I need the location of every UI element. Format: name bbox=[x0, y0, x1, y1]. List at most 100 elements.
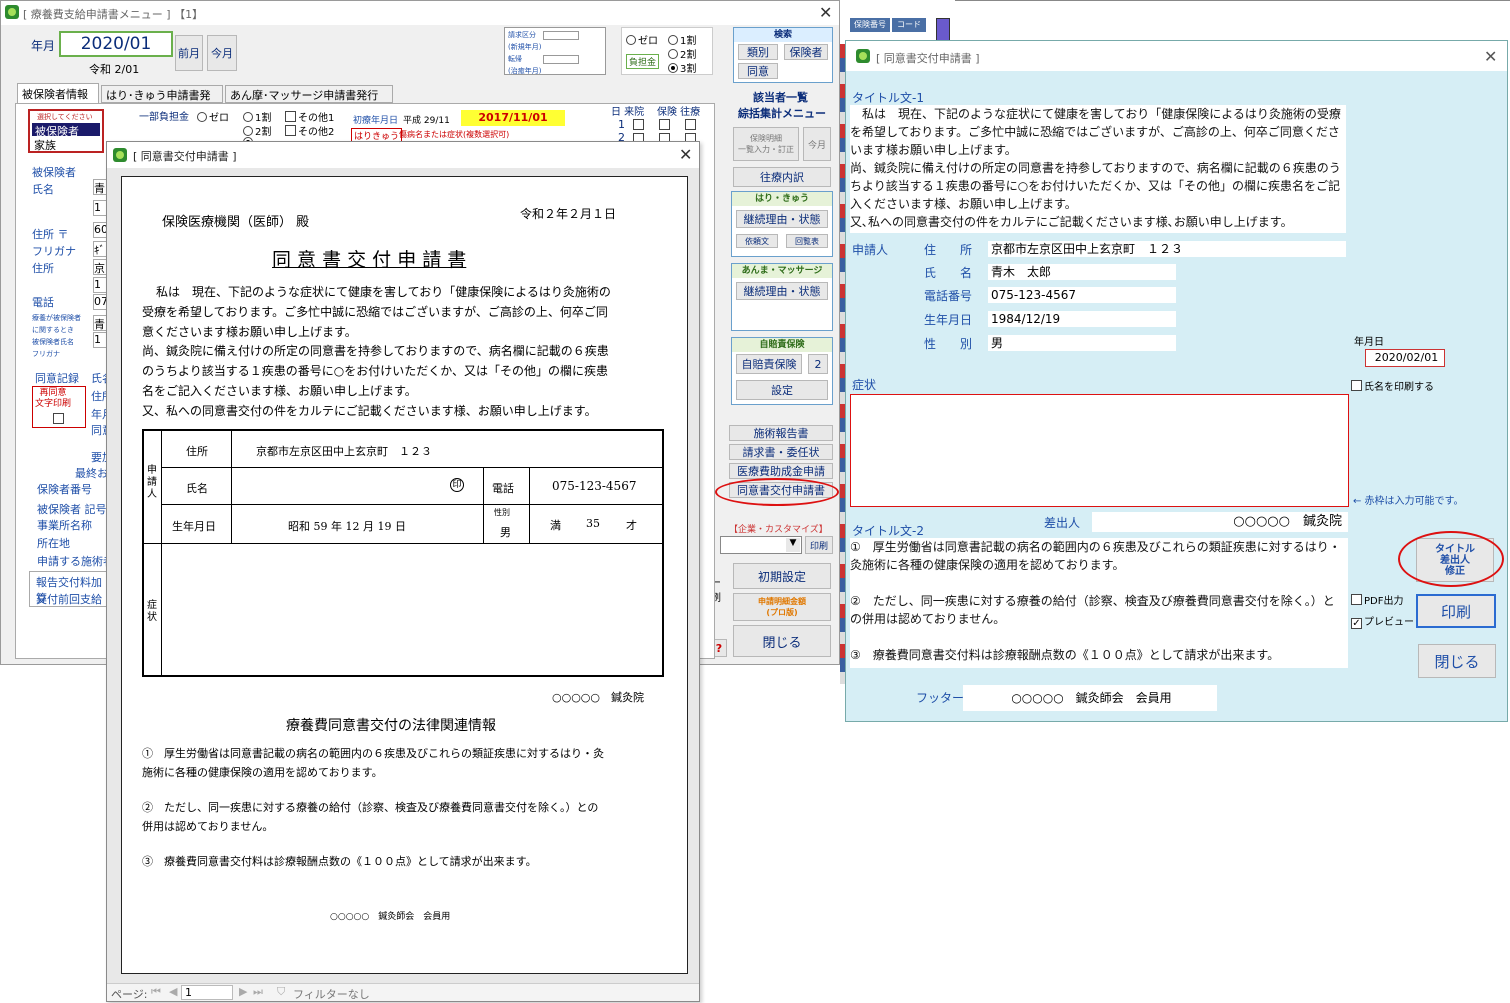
visit-cb-1[interactable] bbox=[633, 119, 644, 130]
ratio-zero[interactable]: ゼロ bbox=[626, 32, 658, 47]
strip-tab-insurance[interactable]: 保険番号 bbox=[850, 18, 890, 32]
field-kana[interactable]: ｷﾞ bbox=[93, 241, 107, 257]
date-field[interactable]: 2020/02/01 bbox=[1365, 349, 1445, 367]
this-month-button[interactable]: 今月 bbox=[207, 35, 237, 71]
anma-reason-button[interactable]: 継続理由・状態 bbox=[736, 282, 828, 300]
burden-1[interactable]: 1割 bbox=[243, 109, 271, 124]
select-item-insured[interactable]: 被保険者 bbox=[32, 123, 100, 138]
subsidy-button[interactable]: 医療費助成金申請 bbox=[729, 463, 833, 479]
phone-label: 電話 bbox=[492, 482, 514, 495]
insurer-button[interactable]: 保険者 bbox=[784, 44, 828, 60]
statement-button[interactable]: 保険明細 一覧入力・訂正 bbox=[733, 127, 799, 161]
sex-label: 性 別 bbox=[924, 337, 973, 351]
last-page-icon[interactable]: ⏭ bbox=[253, 985, 263, 999]
tab-anma[interactable]: あん摩･マッサージ申請書発行 bbox=[225, 85, 393, 103]
claim-new-input[interactable] bbox=[543, 31, 579, 40]
jibai-group: 自賠責保険 自賠責保険 2 設定 bbox=[731, 337, 833, 405]
jibai-num-button[interactable]: 2 bbox=[808, 354, 828, 374]
filter-status[interactable]: フィルターなし bbox=[293, 986, 370, 1002]
title2-text[interactable]: ① 厚生労働省は同意書記載の病名の範囲内の６疾患及びこれらの類証疾患に対するはり… bbox=[850, 538, 1348, 668]
category-button[interactable]: 類別 bbox=[738, 44, 778, 60]
custom-print-button[interactable]: 印刷 bbox=[805, 536, 833, 554]
burden-2[interactable]: 2割 bbox=[243, 123, 271, 138]
claim-button[interactable]: 請求書・委任状 bbox=[729, 444, 833, 460]
other1-checkbox[interactable]: その他1 bbox=[285, 109, 334, 124]
addr-field[interactable]: 京都市左京区田中上玄京町 １２３ bbox=[988, 241, 1346, 257]
doc-title: 同 意 書 交 付 申 請 書 bbox=[272, 249, 467, 271]
birth-field[interactable]: 1984/12/19 bbox=[988, 311, 1176, 327]
print-name-checkbox[interactable]: 氏名を印刷する bbox=[1351, 378, 1434, 393]
home-cb-1[interactable] bbox=[685, 119, 696, 130]
dialog-close-icon[interactable]: ✕ bbox=[1484, 47, 1497, 66]
tab-hari[interactable]: はり･きゅう申請書発行 bbox=[101, 85, 223, 118]
main-close-button[interactable]: 閉じる bbox=[733, 625, 831, 657]
age-value: 35 bbox=[586, 517, 600, 530]
preview-checkbox[interactable]: プレビュー bbox=[1351, 613, 1414, 629]
hari-circular-button[interactable]: 回覧表 bbox=[786, 234, 828, 248]
prev-page-icon[interactable]: ◀ bbox=[169, 985, 177, 998]
first-visit-date[interactable]: 2017/11/01 bbox=[461, 110, 565, 126]
strip-scroll[interactable] bbox=[936, 18, 950, 42]
preview-close-icon[interactable]: ✕ bbox=[679, 145, 692, 164]
ratio-2[interactable]: 2割 bbox=[668, 46, 696, 61]
custom-select[interactable]: ▼ bbox=[720, 536, 802, 554]
pdf-output-checkbox[interactable]: PDF出力 bbox=[1351, 592, 1403, 607]
hari-reason-button[interactable]: 継続理由・状態 bbox=[736, 210, 828, 228]
first-page-icon[interactable]: ⏮ bbox=[151, 985, 161, 999]
filter-icon: ⛉ bbox=[277, 985, 286, 998]
name-field[interactable]: 青木 太郎 bbox=[988, 264, 1176, 280]
print-button[interactable]: 印刷 bbox=[1416, 594, 1496, 628]
page-input[interactable]: 1 bbox=[181, 985, 233, 1000]
ins-cb-1[interactable] bbox=[659, 119, 670, 130]
person-select[interactable]: 選択してください 被保険者 家族 bbox=[28, 109, 104, 153]
tab-insured[interactable]: 被保険者情報 bbox=[17, 83, 99, 103]
symptom-input[interactable] bbox=[850, 394, 1349, 507]
year-month-input[interactable]: 2020/01 bbox=[59, 31, 173, 57]
report-button[interactable]: 施術報告書 bbox=[729, 425, 833, 441]
chevron-down-icon[interactable]: ▼ bbox=[786, 538, 800, 552]
addr-value-cell: 京都市左京区田中上玄京町 １２３ bbox=[232, 431, 662, 468]
close-icon[interactable]: ✕ bbox=[819, 3, 832, 22]
select-item-family[interactable]: 家族 bbox=[34, 137, 56, 153]
claim-sub3: (治癒年月) bbox=[508, 67, 542, 75]
sender-field[interactable]: ○○○○○ 鍼灸院 bbox=[1092, 512, 1348, 532]
label-insured: 被保険者 bbox=[32, 166, 76, 179]
reconsent-checkbox[interactable] bbox=[53, 413, 64, 424]
claim-outcome-input[interactable] bbox=[543, 55, 579, 64]
sex-value: 男 bbox=[500, 526, 511, 539]
preview-window: [ 同意書交付申請書 ] ✕ 保険医療機関（医師） 殿 令和２年２月１日 同 意… bbox=[106, 141, 700, 1002]
field-1[interactable]: 1 bbox=[93, 200, 107, 216]
statement-this-month[interactable]: 今月 bbox=[803, 127, 831, 161]
field-num[interactable]: 1 bbox=[93, 277, 107, 293]
prev-month-button[interactable]: 前月 bbox=[175, 35, 203, 71]
dialog-close-button[interactable]: 閉じる bbox=[1418, 644, 1496, 678]
field-insured-name[interactable]: 青 bbox=[93, 315, 107, 331]
prev-payment-button[interactable]: 交付前回支給 bbox=[36, 591, 102, 607]
field-insured-kana[interactable]: 1 bbox=[93, 332, 107, 348]
sex-field[interactable]: 男 bbox=[988, 335, 1176, 351]
jibai-settings-button[interactable]: 設定 bbox=[736, 380, 828, 400]
phone-field[interactable]: 075-123-4567 bbox=[988, 287, 1176, 303]
field-name[interactable]: 青 bbox=[93, 179, 107, 195]
consent-search-button[interactable]: 同意 bbox=[738, 63, 778, 79]
field-address[interactable]: 京 bbox=[93, 259, 107, 275]
footer-field[interactable]: ○○○○○ 鍼灸師会 会員用 bbox=[963, 685, 1217, 711]
title1-text[interactable]: 私は 現在、下記のような症状にて健康を害しており「健康保険によるはり灸施術の受療… bbox=[850, 105, 1346, 233]
field-phone[interactable]: 07 bbox=[93, 294, 108, 310]
next-page-icon[interactable]: ▶ bbox=[239, 985, 247, 998]
ratio-3[interactable]: 3割 bbox=[668, 60, 696, 75]
ratio-1[interactable]: 1割 bbox=[668, 32, 696, 47]
hari-request-button[interactable]: 依頼文 bbox=[736, 234, 778, 248]
visit-detail-button[interactable]: 往療内訳 bbox=[733, 167, 831, 187]
list-title1[interactable]: 該当者一覧 bbox=[753, 89, 808, 105]
other2-checkbox[interactable]: その他2 bbox=[285, 123, 334, 138]
addr-label: 住所 bbox=[186, 445, 208, 458]
jibai-button[interactable]: 自賠責保険 bbox=[736, 354, 802, 374]
field-zip[interactable]: 60 bbox=[93, 222, 108, 238]
birth-label: 生年月日 bbox=[924, 313, 973, 327]
list-title2[interactable]: 綜括集計メニュー bbox=[738, 105, 826, 121]
strip-tab-code[interactable]: コード bbox=[892, 18, 926, 32]
burden-zero[interactable]: ゼロ bbox=[197, 109, 229, 124]
detail-amount-button[interactable]: 申請明細金額 (プロ版) bbox=[733, 593, 831, 621]
init-settings-button[interactable]: 初期設定 bbox=[733, 563, 831, 589]
